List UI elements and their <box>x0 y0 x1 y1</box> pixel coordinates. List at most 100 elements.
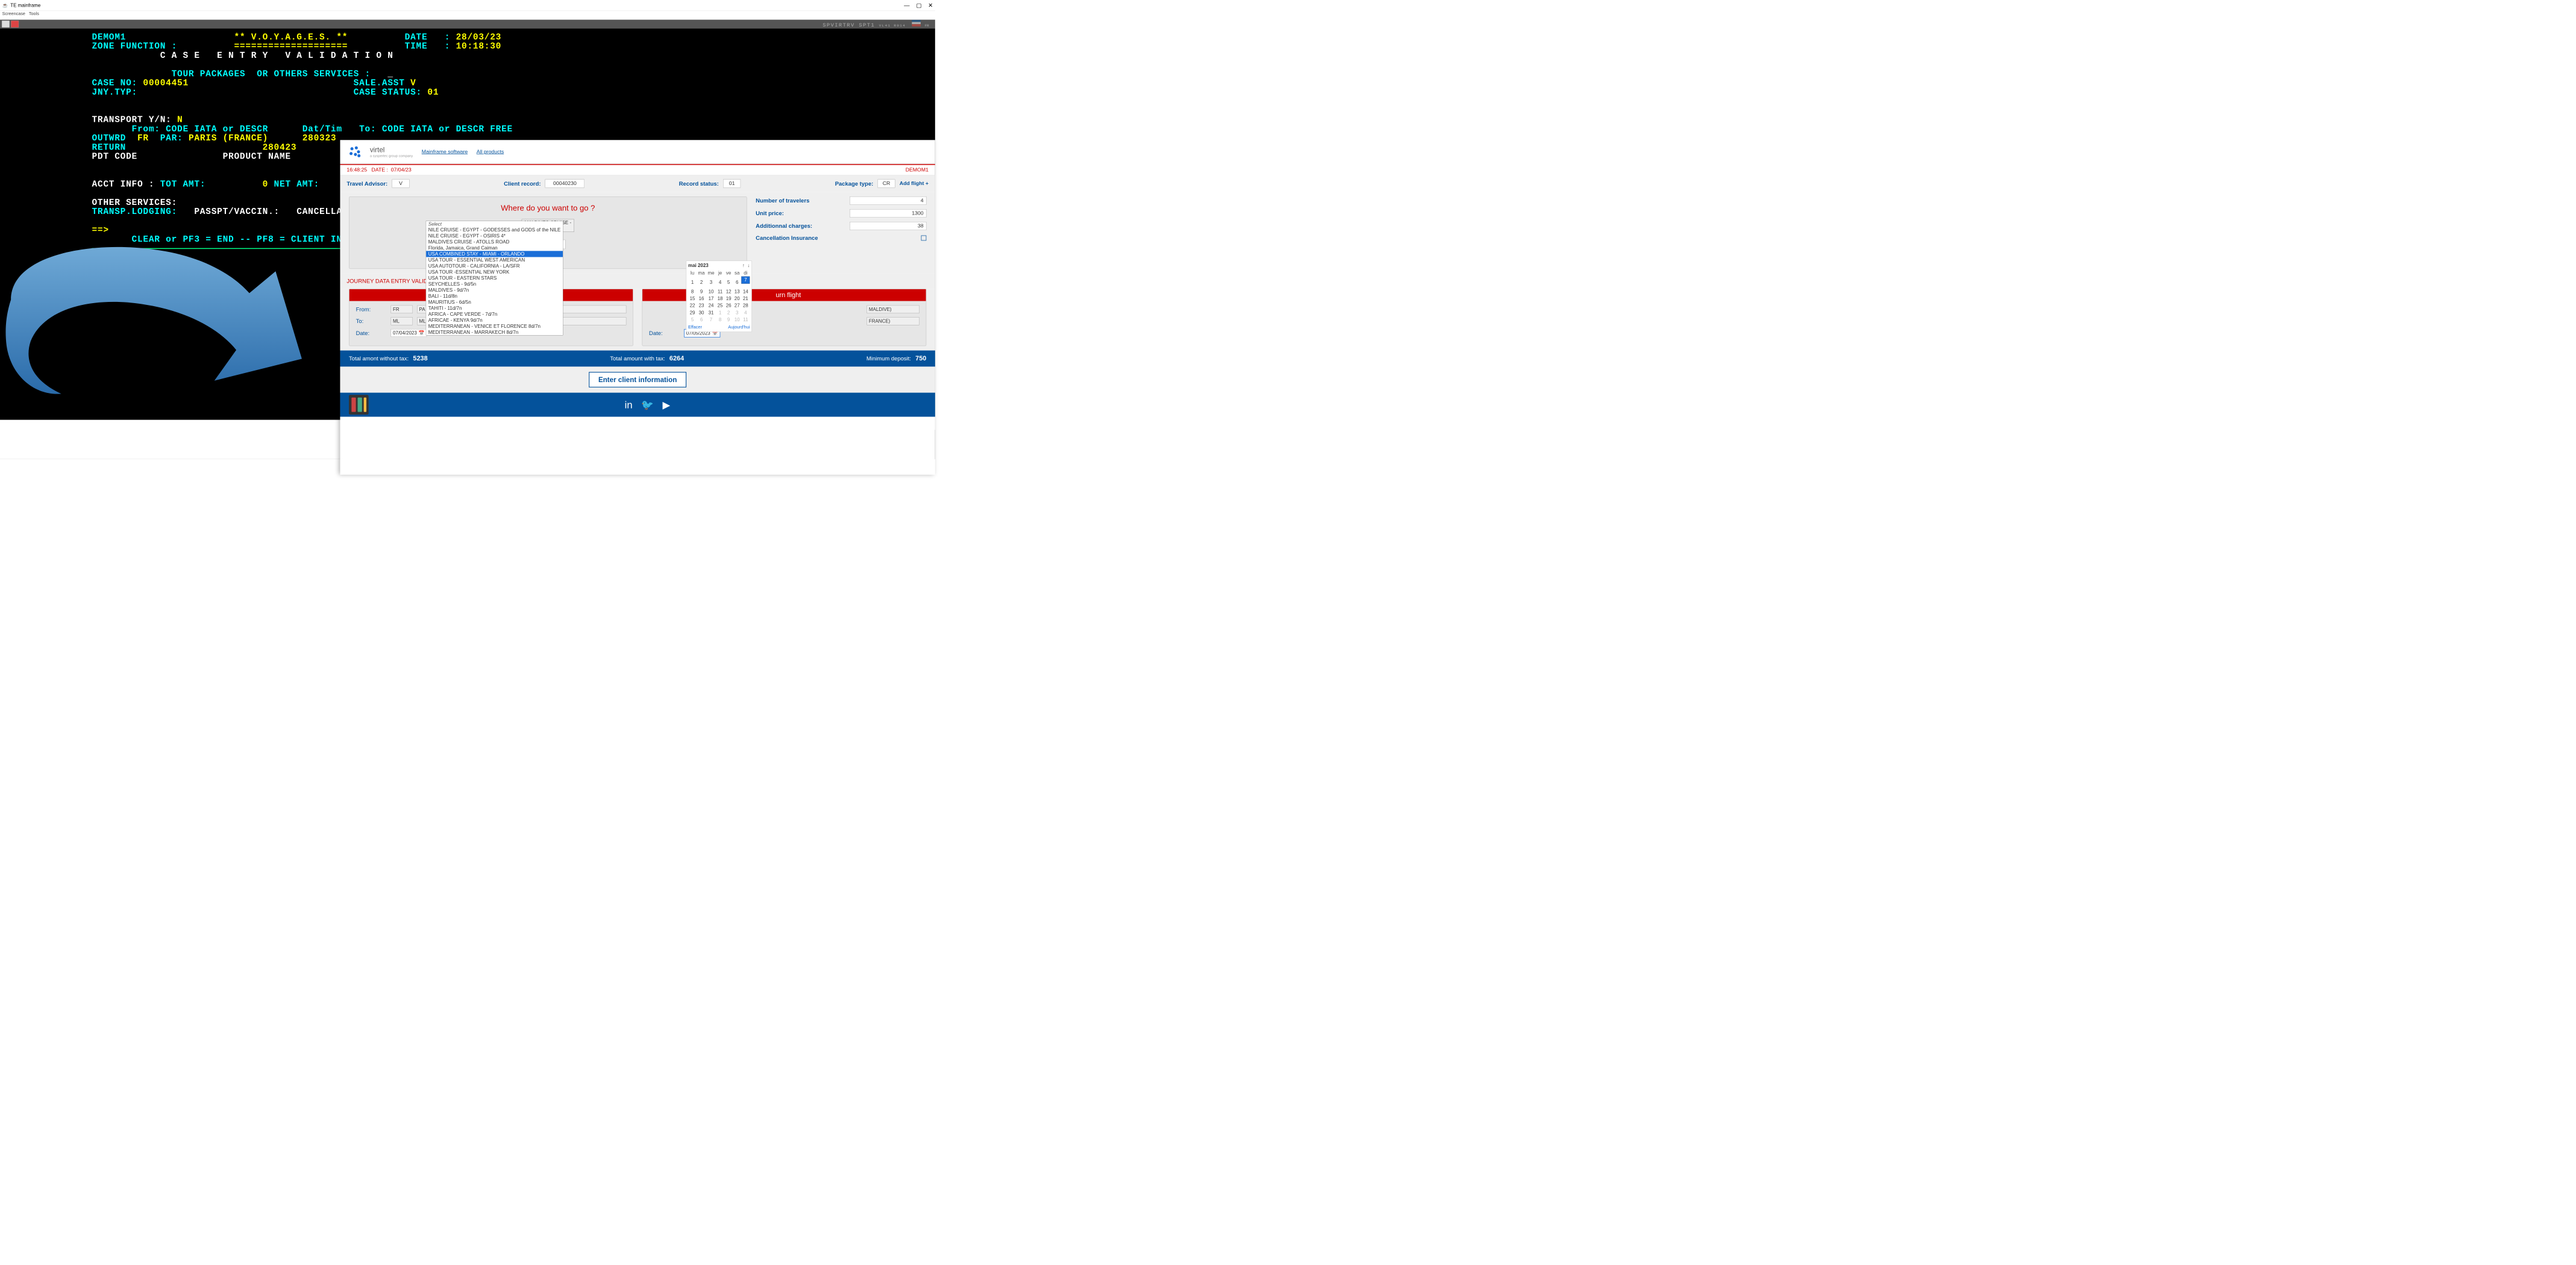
youtube-icon[interactable]: ▶ <box>662 399 670 411</box>
cal-today[interactable]: Aujourd'hui <box>728 325 750 330</box>
dropdown-option[interactable]: Florida, Jamaica, Grand Caiman <box>426 245 563 251</box>
cal-day[interactable]: 4 <box>741 309 750 316</box>
date-picker-calendar[interactable]: mai 2023↑↓ lumamejevesadi123456789101112… <box>686 261 752 332</box>
cal-day[interactable]: 26 <box>724 302 733 309</box>
linkedin-icon[interactable]: in <box>625 399 633 411</box>
cal-next[interactable]: ↓ <box>747 263 750 268</box>
cal-prev[interactable]: ↑ <box>742 263 745 268</box>
cal-day[interactable]: 7 <box>706 316 716 324</box>
package-input[interactable]: CR <box>877 180 895 188</box>
menu-tools[interactable]: Tools <box>29 11 39 16</box>
cal-day[interactable]: 17 <box>706 295 716 303</box>
cal-day[interactable]: 22 <box>688 302 697 309</box>
dropdown-option[interactable]: TAHITI - 11d/7n <box>426 305 563 311</box>
cal-day[interactable]: 18 <box>716 295 724 303</box>
cal-day[interactable]: 7 <box>741 276 750 283</box>
dropdown-option[interactable]: MEDITERRANEAN - VENICE ET FLORENCE 8d/7n <box>426 323 563 329</box>
dropdown-option[interactable]: USA TOUR - ESSENTIAL WEST AMERICAN <box>426 257 563 263</box>
cal-day[interactable]: 23 <box>697 302 706 309</box>
dropdown-option[interactable]: MALDIVES - 9d/7n <box>426 287 563 293</box>
out-date-input[interactable]: 07/04/2023📅 <box>391 329 427 337</box>
cal-day[interactable]: 10 <box>706 288 716 295</box>
dropdown-option[interactable]: MEDITERRANEAN - MARRAKECH 8d/7n <box>426 329 563 335</box>
cal-day[interactable]: 28 <box>741 302 750 309</box>
cal-day[interactable]: 5 <box>724 276 733 288</box>
cal-day[interactable]: 4 <box>716 276 724 288</box>
cal-day[interactable]: 1 <box>688 276 697 288</box>
cal-day[interactable]: 30 <box>697 309 706 316</box>
cal-clear[interactable]: Effacer <box>688 325 702 330</box>
cal-day[interactable]: 16 <box>697 295 706 303</box>
twitter-icon[interactable]: 🐦 <box>641 399 654 411</box>
toolbar-icon-2[interactable] <box>11 20 19 28</box>
out-date-label: Date: <box>356 330 387 336</box>
close-button[interactable]: ✕ <box>928 2 933 8</box>
cal-day[interactable]: 11 <box>716 288 724 295</box>
cal-day[interactable]: 9 <box>724 316 733 324</box>
cal-day[interactable]: 5 <box>688 316 697 324</box>
cal-day[interactable]: 10 <box>733 316 741 324</box>
dropdown-option[interactable]: MAURITIUS - 6d/5n <box>426 299 563 305</box>
menu-screencase[interactable]: Screencase <box>2 11 25 16</box>
cal-day[interactable]: 29 <box>688 309 697 316</box>
cal-day[interactable]: 11 <box>741 316 750 324</box>
dropdown-option[interactable]: USA AUTOTOUR - CALIFORNIA - LA/SFR <box>426 263 563 269</box>
dropdown-option[interactable]: SEYCHELLES - 9d/5n <box>426 281 563 287</box>
link-all-products[interactable]: All products <box>477 149 504 155</box>
destination-title: Where do you want to go ? <box>356 204 740 213</box>
cal-day[interactable]: 2 <box>724 309 733 316</box>
cal-day[interactable]: 14 <box>741 288 750 295</box>
insurance-label: Cancellation Insurance <box>756 234 918 241</box>
client-input[interactable]: 00040230 <box>545 180 584 188</box>
dropdown-option[interactable]: NILE CRUISE - EGYPT - OSIRIS 4* <box>426 233 563 239</box>
cal-day[interactable]: 6 <box>733 276 741 288</box>
cal-day[interactable]: 27 <box>733 302 741 309</box>
cal-day[interactable]: 6 <box>697 316 706 324</box>
ret-to-text[interactable]: FRANCE) <box>867 317 920 325</box>
link-mainframe-software[interactable]: Mainframe software <box>422 149 468 155</box>
dropdown-option[interactable]: USA COMBINED STAY - MIAMI - ORLANDO <box>426 251 563 257</box>
advisor-label: Travel Advisor: <box>346 180 387 187</box>
unitprice-input[interactable]: 1300 <box>850 209 926 218</box>
cal-day[interactable]: 8 <box>688 288 697 295</box>
out-from-code[interactable]: FR <box>391 306 413 313</box>
dropdown-option[interactable]: AFRICA - CAPE VERDE - 7d/7n <box>426 311 563 317</box>
cal-day[interactable]: 31 <box>706 309 716 316</box>
add-flight-link[interactable]: Add flight + <box>900 180 929 186</box>
dropdown-option[interactable]: NILE CRUISE - EGYPT - GODESSES and GODS … <box>426 227 563 233</box>
cal-day[interactable]: 24 <box>706 302 716 309</box>
cal-day[interactable]: 8 <box>716 316 724 324</box>
toolbar-icon-1[interactable] <box>2 20 10 28</box>
cal-day[interactable]: 1 <box>716 309 724 316</box>
recordstatus-input[interactable]: 01 <box>723 180 741 188</box>
cal-day[interactable]: 9 <box>697 288 706 295</box>
dropdown-option[interactable]: BALI - 11d/8n <box>426 293 563 299</box>
cal-day[interactable]: 12 <box>724 288 733 295</box>
enter-client-button[interactable]: Enter client information <box>589 372 686 388</box>
pricing-column: Number of travelers4 Unit price:1300 Add… <box>756 196 926 269</box>
dropdown-option[interactable]: MALDIVES CRUISE - ATOLLS ROAD <box>426 239 563 245</box>
cal-day[interactable]: 3 <box>706 276 716 288</box>
dropdown-option[interactable]: USA TOUR - EASTERN STARS <box>426 275 563 281</box>
cal-day[interactable]: 13 <box>733 288 741 295</box>
dropdown-option[interactable]: AFRICAE - KENYA 9d/7n <box>426 317 563 323</box>
travelers-input[interactable]: 4 <box>850 196 926 205</box>
insurance-checkbox[interactable] <box>921 235 927 240</box>
cal-day[interactable]: 15 <box>688 295 697 303</box>
advisor-input[interactable]: V <box>392 180 409 188</box>
cal-day[interactable]: 25 <box>716 302 724 309</box>
package-dropdown[interactable]: Select NILE CRUISE - EGYPT - GODESSES an… <box>426 221 563 336</box>
cal-day[interactable]: 19 <box>724 295 733 303</box>
dropdown-option[interactable]: USA TOUR -ESSENTIAL NEW YORK <box>426 269 563 275</box>
cal-day[interactable]: 21 <box>741 295 750 303</box>
minimize-button[interactable]: — <box>904 2 909 8</box>
cal-day[interactable]: 2 <box>697 276 706 288</box>
charges-input[interactable]: 38 <box>850 222 926 230</box>
menu-bar: Screencase Tools <box>0 11 935 20</box>
ret-from-text[interactable]: MALDIVE) <box>867 306 920 313</box>
maximize-button[interactable]: ▢ <box>916 2 921 8</box>
cal-day[interactable]: 3 <box>733 309 741 316</box>
cal-day[interactable]: 20 <box>733 295 741 303</box>
out-to-code[interactable]: ML <box>391 317 413 325</box>
ret-date-label: Date: <box>649 330 680 336</box>
